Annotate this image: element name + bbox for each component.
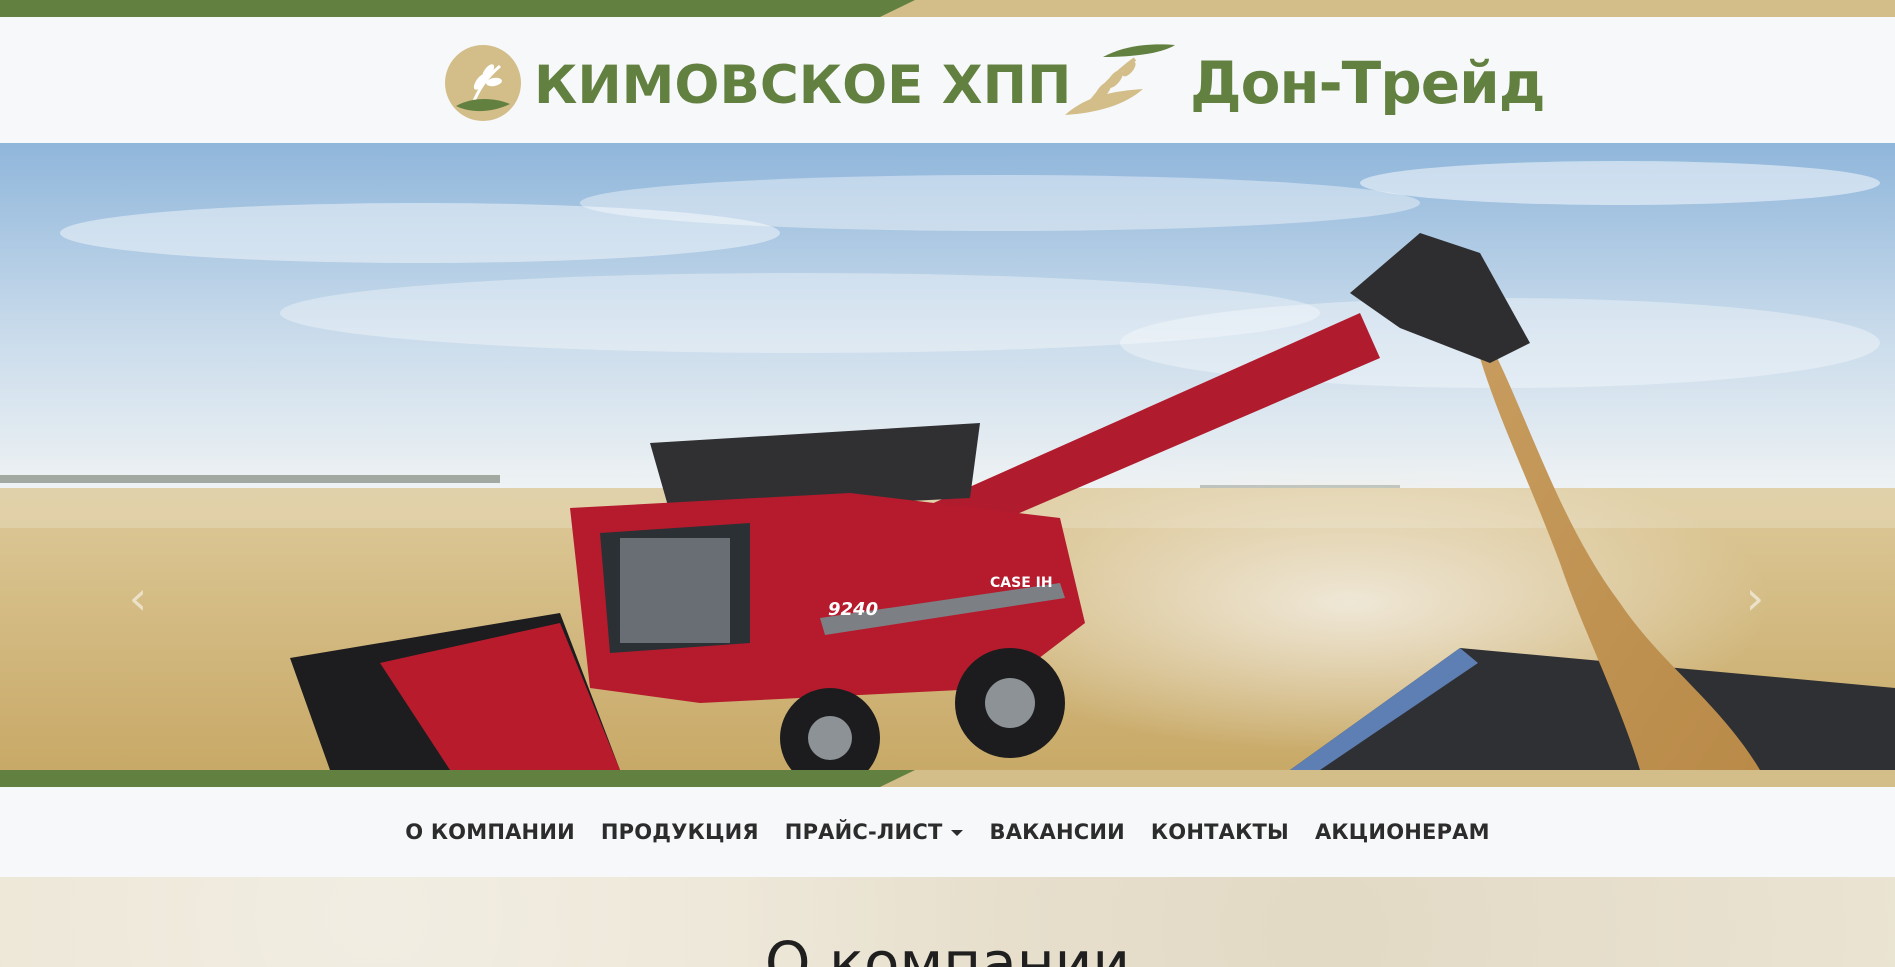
nav-item-products[interactable]: ПРОДУКЦИЯ <box>588 820 772 844</box>
logo-kimovskoe[interactable]: КИМОВСКОЕ ХПП <box>444 45 1071 125</box>
about-title: О компании <box>764 929 1131 967</box>
nav-item-label: ПРОДУКЦИЯ <box>600 820 759 844</box>
nav-item-label: ПРАЙС-ЛИСТ <box>784 820 943 844</box>
hero-carousel[interactable]: 9240 CASE IH ‹ › <box>0 143 1895 770</box>
nav-item-shareholders[interactable]: АКЦИОНЕРАМ <box>1302 820 1503 844</box>
wheat-circle-icon <box>444 44 522 126</box>
about-section: О компании <box>0 877 1895 967</box>
nav-item-label: О КОМПАНИИ <box>405 820 575 844</box>
nav-item-label: КОНТАКТЫ <box>1150 820 1289 844</box>
site-header: КИМОВСКОЕ ХПП Дон-Трейд <box>0 17 1895 143</box>
chevron-left-icon[interactable]: ‹ <box>118 568 158 628</box>
logo-dontrade-text: Дон-Трейд <box>1190 49 1546 117</box>
main-nav: О КОМПАНИИ ПРОДУКЦИЯ ПРАЙС-ЛИСТ ВАКАНСИИ… <box>0 787 1895 877</box>
caret-down-icon <box>951 830 964 836</box>
chevron-right-icon[interactable]: › <box>1735 568 1775 628</box>
nav-item-label: ВАКАНСИИ <box>989 820 1125 844</box>
bottom-brand-stripe <box>0 770 1895 787</box>
logo-dontrade[interactable]: Дон-Трейд <box>1063 39 1546 123</box>
nav-item-label: АКЦИОНЕРАМ <box>1314 820 1490 844</box>
top-brand-stripe <box>0 0 1895 17</box>
logo-kimovskoe-text: КИМОВСКОЕ ХПП <box>534 54 1072 116</box>
nav-item-pricelist[interactable]: ПРАЙС-ЛИСТ <box>772 820 977 844</box>
nav-item-vacancies[interactable]: ВАКАНСИИ <box>976 820 1137 844</box>
wheat-leaf-icon <box>1063 39 1178 123</box>
combine-model-label: 9240 <box>828 599 878 620</box>
nav-item-contacts[interactable]: КОНТАКТЫ <box>1138 820 1302 844</box>
hero-image: 9240 CASE IH <box>0 143 1895 770</box>
nav-item-about[interactable]: О КОМПАНИИ <box>392 820 588 844</box>
combine-brand-label: CASE IH <box>990 575 1053 591</box>
